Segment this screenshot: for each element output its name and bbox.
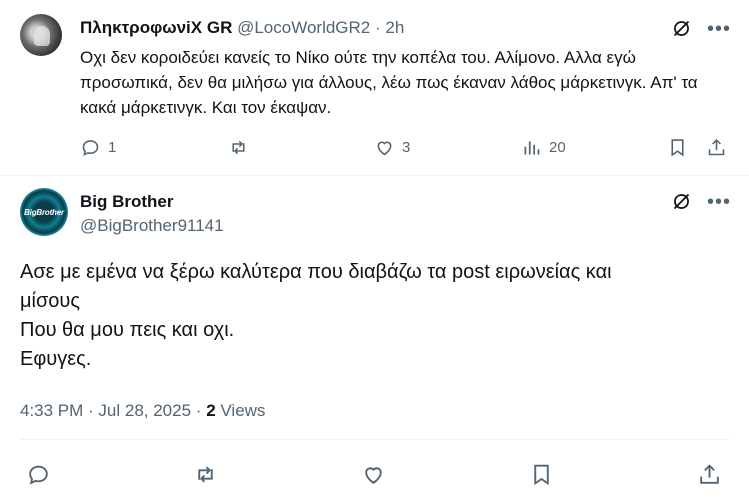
repost-icon	[198, 466, 213, 483]
tweet-meta: 4:33 PM · Jul 28, 2025 · 2 Views	[20, 401, 265, 421]
reply-tweet[interactable]: ΠληκτροφωνiX GR @LocoWorldGR2 · 2h Οχι δ…	[0, 0, 749, 176]
views-count: 2	[206, 401, 216, 420]
avatar[interactable]: BigBrother	[20, 188, 68, 236]
share-icon	[708, 138, 725, 156]
reply-count: 1	[108, 139, 117, 156]
display-name[interactable]: ΠληκτροφωνiX GR	[80, 18, 232, 37]
bookmark-icon	[671, 139, 684, 157]
reply-button[interactable]	[26, 462, 51, 492]
repost-button[interactable]	[193, 462, 218, 492]
tweet-text-line: Που θα μου πεις και οχι.	[20, 319, 235, 341]
like-button[interactable]	[361, 462, 386, 492]
tweet-text: Οχι δεν κοροιδεύει κανείς το Νίκο ούτε τ…	[80, 48, 698, 117]
reply-header: ΠληκτροφωνiX GR @LocoWorldGR2 · 2h	[80, 18, 404, 38]
repost-icon	[232, 140, 245, 155]
more-icon[interactable]: •••	[707, 19, 731, 39]
reply-icon	[82, 140, 99, 156]
tweet-timestamp[interactable]: 4:33 PM · Jul 28, 2025	[20, 401, 191, 420]
user-handle[interactable]: @LocoWorldGR2	[237, 18, 370, 37]
tweet-text-line: Ασε με εμένα να ξέρω καλύτερα που διαβάζ…	[20, 261, 612, 283]
grok-icon[interactable]	[671, 191, 692, 217]
divider	[20, 439, 729, 440]
avatar[interactable]	[20, 14, 62, 56]
reply-button[interactable]: 1	[80, 137, 116, 158]
share-icon	[700, 464, 719, 484]
avatar-logo-text: BigBrother	[24, 207, 64, 217]
tweet-text-line: Εφυγες.	[20, 348, 92, 370]
bookmark-button[interactable]	[667, 137, 688, 158]
like-icon	[377, 141, 392, 156]
tweet-text: Ασε με εμένα να ξέρω καλύτερα που διαβάζ…	[20, 258, 720, 374]
share-button[interactable]	[706, 137, 727, 158]
share-button[interactable]	[697, 462, 722, 492]
more-icon[interactable]: •••	[707, 192, 731, 212]
user-handle[interactable]: @BigBrother91141	[80, 216, 224, 236]
views-count: 20	[549, 139, 566, 156]
like-icon	[365, 467, 382, 484]
reply-icon	[29, 465, 48, 485]
bookmark-icon	[534, 464, 549, 486]
display-name[interactable]: Big Brother	[80, 192, 174, 212]
like-button[interactable]: 3	[374, 137, 410, 158]
separator: ·	[195, 401, 202, 420]
views-button[interactable]: 20	[521, 137, 566, 158]
views-label: Views	[220, 401, 266, 420]
repost-button[interactable]	[228, 137, 249, 158]
like-count: 3	[402, 139, 411, 156]
grok-icon[interactable]	[671, 18, 692, 44]
tweet-text-line: μίσους	[20, 290, 81, 312]
tweet-time[interactable]: 2h	[385, 18, 404, 37]
bookmark-button[interactable]	[529, 462, 554, 492]
views-icon	[524, 141, 540, 155]
separator: ·	[375, 18, 381, 37]
